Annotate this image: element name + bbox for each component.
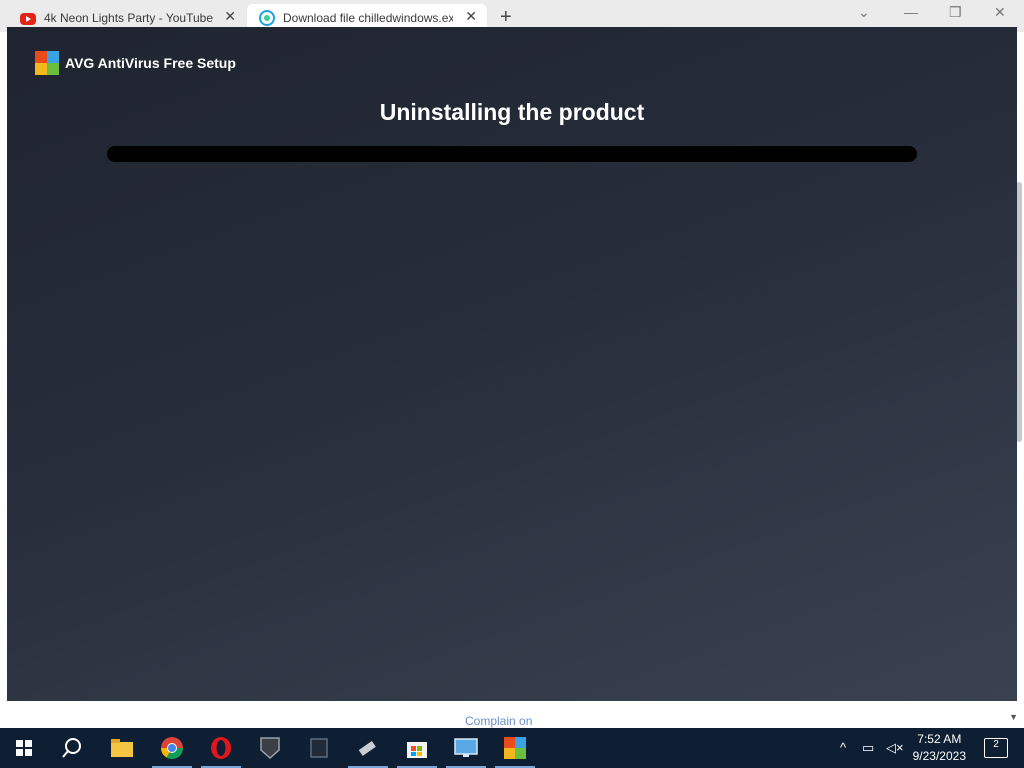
tab-title: Download file chilledwindows.exe [283,11,453,25]
notification-count: 2 [993,739,999,750]
window-close-icon[interactable]: ✕ [994,4,1006,21]
installer-window: AVG AntiVirus Free Setup Uninstalling th… [7,27,1017,701]
start-button[interactable] [0,728,48,768]
opera-icon [211,737,231,759]
notification-button[interactable]: 2 [984,738,1008,758]
avg-button[interactable] [491,728,539,768]
search-button[interactable] [48,728,96,768]
world-of-tanks-button[interactable] [246,728,294,768]
network-icon[interactable]: ▭ [862,740,874,756]
chevron-down-icon[interactable]: ⌄ [858,4,870,21]
search-icon [62,738,81,758]
restore-icon[interactable]: ❐ [949,4,962,21]
clock-date: 9/23/2023 [912,749,966,763]
clock-time: 7:52 AM [917,732,962,746]
clock[interactable]: 7:52 AM 9/23/2023 [913,731,966,765]
progress-bar [107,146,917,162]
store-button[interactable] [393,728,441,768]
page-title: Uninstalling the product [379,99,645,125]
chrome-icon [161,737,183,759]
file-explorer-button[interactable] [98,728,146,768]
site-icon [259,10,275,26]
avg-logo-icon [35,51,59,75]
avg-icon [504,737,526,759]
volume-muted-icon[interactable]: ◁× [886,740,904,756]
opera-button[interactable] [197,728,245,768]
file-explorer-icon [111,739,133,757]
control-panel-button[interactable] [442,728,490,768]
control-panel-icon [454,738,478,757]
windows-icon [16,740,32,756]
complain-link[interactable]: Complain on [465,714,532,728]
app-name: AVG AntiVirus Free Setup [65,55,236,71]
world-of-tanks-icon [260,737,280,760]
tab-title: 4k Neon Lights Party - YouTube [44,11,213,25]
chevron-up-icon[interactable]: ^ [840,740,846,755]
app-icon [310,738,328,758]
usb-drive-icon [358,740,376,756]
chrome-button[interactable] [148,728,196,768]
close-icon[interactable]: ✕ [224,8,236,25]
usb-drive-button[interactable] [344,728,392,768]
store-icon [407,742,427,758]
taskbar-app-button[interactable] [295,728,343,768]
youtube-icon [20,13,36,25]
minimize-icon[interactable]: — [904,4,918,20]
taskbar: ^ ▭ ◁× 7:52 AM 9/23/2023 2 [0,728,1024,768]
close-icon[interactable]: ✕ [465,8,477,25]
new-tab-button[interactable]: + [500,6,512,29]
scroll-down-icon[interactable]: ▼ [1009,712,1018,722]
